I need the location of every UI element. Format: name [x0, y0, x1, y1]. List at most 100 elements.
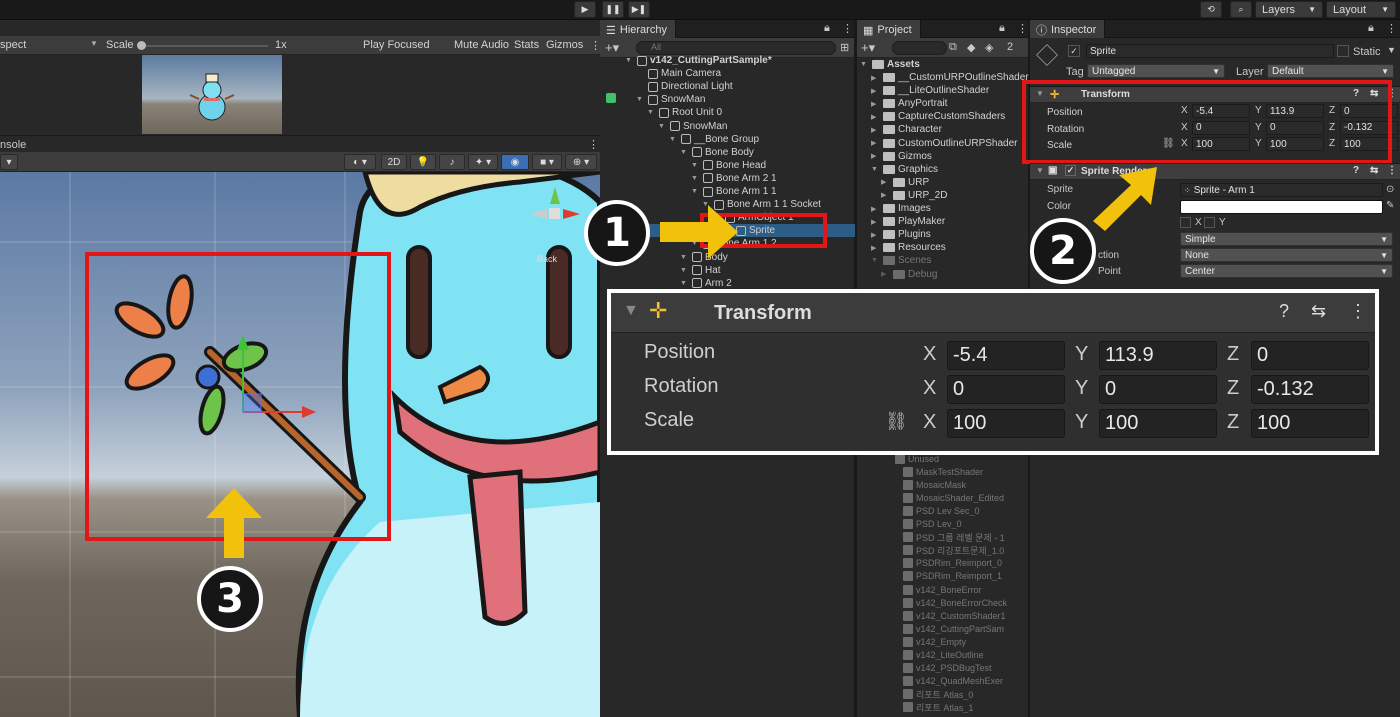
more-menu-icon[interactable]: ⋮ — [588, 138, 599, 151]
project-folder[interactable]: ▶ __LiteOutlineShader — [871, 84, 989, 97]
expand-arrow-icon[interactable]: ▼ — [680, 267, 689, 274]
project-file[interactable]: v142_PSDBugTest — [903, 662, 992, 675]
play-icon[interactable]: ▶ — [574, 1, 596, 18]
expand-arrow-icon[interactable]: ▼ — [625, 57, 634, 64]
color-swatch[interactable] — [1180, 200, 1383, 214]
rotation-y-field[interactable]: 0 — [1099, 375, 1217, 404]
project-file[interactable]: v142_CuttingPartSam — [903, 622, 1004, 635]
expand-arrow-icon[interactable]: ▼ — [871, 166, 880, 173]
mode-2d-button[interactable]: 2D — [381, 154, 407, 170]
add-icon[interactable]: +▾ — [861, 40, 875, 56]
expand-arrow-icon[interactable]: ▼ — [658, 123, 667, 130]
expand-arrow-icon[interactable]: ▶ — [881, 270, 890, 278]
mask-interaction-dropdown[interactable]: None ▼ — [1180, 248, 1393, 262]
project-file[interactable]: PSD 리깅포트문제_1.0 — [903, 544, 1004, 557]
expand-arrow-icon[interactable]: ▶ — [871, 87, 880, 95]
project-folder[interactable]: ▶ __CustomURPOutlineShader — [871, 71, 1029, 84]
tab-project[interactable]: ▦ Project — [857, 20, 921, 38]
sprite-field[interactable]: ⁘ Sprite - Arm 1 — [1180, 183, 1383, 197]
project-folder[interactable]: ▶ URP_2D — [881, 189, 947, 202]
tag-dropdown[interactable]: Untagged ▼ — [1087, 64, 1225, 78]
gizmos-button[interactable]: Gizmos — [546, 39, 583, 51]
project-folder[interactable]: ▶ AnyPortrait — [871, 97, 947, 110]
scene-view[interactable]: Back — [0, 172, 600, 717]
console-tab[interactable]: nsole ⋮ — [0, 135, 600, 152]
step-icon[interactable]: ▶❚ — [628, 1, 650, 18]
history-icon[interactable]: ⟲ — [1200, 1, 1222, 18]
hierarchy-item[interactable]: ▼ Bone Head — [691, 159, 766, 172]
project-folder[interactable]: ▶ URP — [881, 176, 929, 189]
lock-icon[interactable]: 🔒︎ — [999, 22, 1005, 35]
project-file[interactable]: PSD Lev_0 — [903, 518, 962, 531]
project-folder[interactable]: ▶ Plugins — [871, 228, 931, 241]
stats-button[interactable]: Stats — [514, 39, 539, 51]
enabled-checkbox[interactable]: ✓ — [1065, 165, 1076, 176]
project-file[interactable]: v142_CustomShader1 — [903, 609, 1006, 622]
pause-icon[interactable]: ❚❚ — [602, 1, 624, 18]
hidden-packages-count[interactable]: 2 — [1007, 41, 1013, 53]
filter-label-icon[interactable]: ◆ — [967, 41, 975, 54]
project-file[interactable]: PSDRim_Reimport_0 — [903, 557, 1002, 570]
position-x-field[interactable]: -5.4 — [947, 341, 1065, 370]
project-file[interactable]: PSD 그룹 레벨 문제 - 1 — [903, 531, 1005, 544]
project-search-input[interactable] — [892, 41, 947, 55]
draw-mode-dropdown[interactable]: Simple ▼ — [1180, 232, 1393, 246]
project-file[interactable]: PSD Lev Sec_0 — [903, 504, 980, 517]
project-file[interactable]: MosaicMask — [903, 478, 966, 491]
visibility-icon[interactable]: ◉ — [501, 154, 529, 170]
project-file[interactable]: v142_BoneError — [903, 583, 982, 596]
constrain-proportions-icon[interactable]: ⛓ — [885, 411, 908, 432]
hierarchy-search-input[interactable]: All — [636, 41, 836, 55]
filter-search-icon[interactable]: ◈ — [985, 41, 993, 54]
project-file[interactable]: v142_LiteOutline — [903, 649, 984, 662]
expand-arrow-icon[interactable]: ▼ — [669, 136, 678, 143]
camera-dropdown[interactable]: ■ ▾ — [532, 154, 562, 170]
project-file[interactable]: PSDRim_Reimport_1 — [903, 570, 1002, 583]
audio-icon[interactable]: ♪ — [439, 154, 465, 170]
tab-inspector[interactable]: ⓘ Inspector — [1030, 20, 1106, 38]
rotation-x-field[interactable]: 0 — [947, 375, 1065, 404]
project-folder[interactable]: ▶ Character — [871, 123, 942, 136]
effects-dropdown[interactable]: ✦ ▾ — [468, 154, 498, 170]
rotation-z-field[interactable]: -0.132 — [1251, 375, 1369, 404]
hierarchy-item[interactable]: ▼ Bone Arm 2 1 — [691, 172, 777, 185]
hierarchy-item[interactable]: ▼ Arm 2 — [680, 277, 732, 290]
project-file[interactable]: v142_BoneErrorCheck — [903, 596, 1007, 609]
assets-root[interactable]: ▼ Assets — [860, 58, 920, 71]
expand-arrow-icon[interactable]: ▶ — [871, 205, 880, 213]
lighting-icon[interactable]: 💡 — [410, 154, 436, 170]
lock-icon[interactable]: 🔒︎ — [824, 22, 830, 35]
position-z-field[interactable]: 0 — [1251, 341, 1369, 370]
project-folder[interactable]: ▶ Debug — [881, 268, 937, 281]
play-focused-dropdown[interactable]: Play Focused — [363, 39, 430, 51]
project-file[interactable]: v142_Empty — [903, 635, 966, 648]
project-folder[interactable]: ▼ Scenes — [871, 254, 931, 267]
scale-y-field[interactable]: 100 — [1099, 409, 1217, 438]
flip-y-checkbox[interactable] — [1204, 217, 1215, 228]
project-folder[interactable]: ▶ PlayMaker — [871, 215, 945, 228]
expand-arrow-icon[interactable]: ▶ — [881, 191, 890, 199]
help-icon[interactable]: ? — [1353, 165, 1359, 176]
expand-arrow-icon[interactable]: ▼ — [871, 257, 880, 264]
expand-arrow-icon[interactable]: ▶ — [871, 139, 880, 147]
project-folder[interactable]: ▶ CaptureCustomShaders — [871, 110, 1005, 123]
lock-icon[interactable]: 🔒︎ — [1368, 22, 1374, 35]
hierarchy-item[interactable]: ▼ __Bone Group — [669, 133, 759, 146]
hierarchy-item[interactable]: ▼ v142_CuttingPartSample* — [625, 54, 772, 67]
search-filter-icon[interactable]: ⊞ — [840, 41, 849, 54]
scale-x-field[interactable]: 100 — [947, 409, 1065, 438]
settings-sliders-icon[interactable]: ⇆ — [1311, 301, 1326, 322]
object-picker-icon[interactable]: ⊙ — [1386, 184, 1394, 195]
settings-sliders-icon[interactable]: ⇆ — [1370, 165, 1378, 176]
layout-dropdown[interactable]: Layout ▼ — [1326, 1, 1396, 18]
static-checkbox[interactable] — [1337, 45, 1349, 57]
expand-arrow-icon[interactable]: ▶ — [871, 100, 880, 108]
object-name-field[interactable]: Sprite — [1086, 44, 1334, 58]
hierarchy-item[interactable]: Main Camera — [636, 67, 721, 80]
help-icon[interactable]: ? — [1279, 301, 1289, 322]
expand-arrow-icon[interactable]: ▶ — [881, 178, 890, 186]
expand-arrow-icon[interactable]: ▼ — [691, 188, 700, 195]
project-file[interactable]: 리포트 Atlas_1 — [903, 701, 973, 714]
expand-arrow-icon[interactable]: ▼ — [680, 149, 689, 156]
search-icon[interactable]: ⌕ — [1230, 1, 1252, 18]
